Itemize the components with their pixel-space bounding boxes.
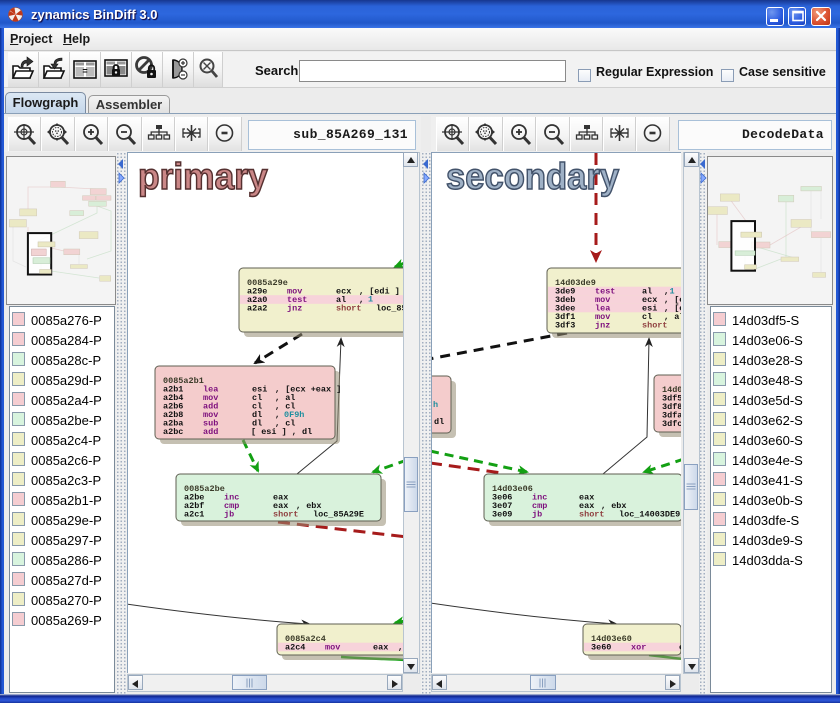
- svg-text:jnz: jnz: [595, 321, 610, 331]
- svg-text:dl: dl: [434, 417, 444, 427]
- svg-text:3df3: 3df3: [555, 321, 575, 331]
- svg-text:short: short: [273, 510, 299, 520]
- svg-text:short: short: [642, 321, 668, 331]
- svg-text:add: add: [203, 427, 218, 437]
- svg-text:e: e: [679, 643, 681, 653]
- svg-text:, [edi ]: , [edi ]: [359, 287, 400, 297]
- svg-text:xor: xor: [631, 643, 646, 653]
- svg-text:a2c1: a2c1: [184, 510, 204, 520]
- svg-text:loc_85A29E: loc_85A29E: [376, 304, 403, 314]
- svg-text:loc_85A29E: loc_85A29E: [313, 510, 364, 520]
- svg-text:loc_14003DE9: loc_14003DE9: [619, 510, 680, 520]
- svg-text:jb: jb: [224, 510, 234, 520]
- svg-text:jb: jb: [532, 510, 542, 520]
- svg-text:3e60: 3e60: [591, 643, 611, 653]
- svg-text:a2bc: a2bc: [163, 427, 183, 437]
- svg-text:mov: mov: [325, 643, 340, 653]
- svg-text:a2c4: a2c4: [285, 643, 305, 653]
- svg-text:1: 1: [670, 287, 675, 297]
- svg-text:1: 1: [368, 295, 373, 305]
- svg-text:short: short: [336, 304, 362, 314]
- svg-text:a2a2: a2a2: [247, 304, 267, 314]
- svg-text:short: short: [579, 510, 605, 520]
- svg-text:3e09: 3e09: [492, 510, 512, 520]
- svg-text:[ esi ] , dl: [ esi ] , dl: [251, 427, 312, 437]
- svg-text:h: h: [433, 400, 438, 410]
- svg-text:eax: eax: [373, 643, 388, 653]
- svg-text:jnz: jnz: [287, 304, 302, 314]
- svg-text:=: =: [82, 66, 87, 76]
- svg-text:3dfc: 3dfc: [662, 419, 681, 429]
